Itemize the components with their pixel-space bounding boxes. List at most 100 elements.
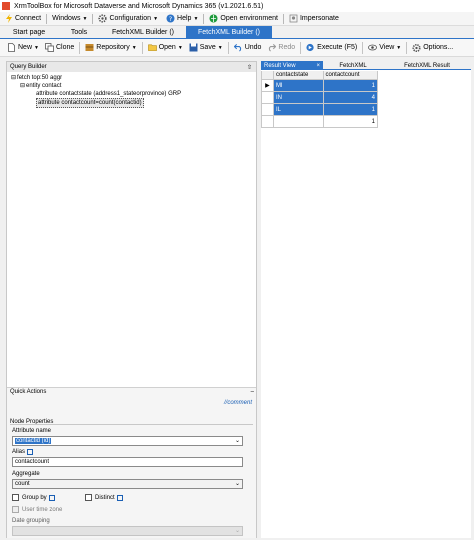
- title-bar: XrmToolBox for Microsoft Dataverse and M…: [0, 0, 474, 12]
- chevron-down-icon: ▼: [396, 44, 402, 51]
- menu-bar: Connect Windows ▼ Configuration ▼ ? Help…: [0, 12, 474, 26]
- cell-contactstate[interactable]: IL: [273, 104, 324, 116]
- chevron-down-icon: ▼: [131, 44, 137, 51]
- undo-button[interactable]: Undo: [231, 40, 265, 56]
- pin-icon[interactable]: ⇧: [247, 64, 252, 71]
- options-button[interactable]: Options...: [409, 40, 456, 56]
- gear-icon: [98, 14, 108, 23]
- chevron-down-icon: ⌄: [234, 438, 240, 444]
- results-tabs: Result View × FetchXML FetchXML Result: [261, 61, 471, 70]
- table-row[interactable]: ▶ MI 1: [262, 80, 379, 92]
- tree-node-attribute-selected[interactable]: attribute contactcount=count(contactid): [11, 98, 255, 108]
- svg-text:?: ?: [169, 15, 172, 23]
- toolbar-separator: [79, 41, 81, 54]
- attribute-name-value: contactid (id): [15, 438, 52, 444]
- menu-separator: [46, 13, 48, 24]
- results-panel: Result View × FetchXML FetchXML Result c…: [261, 61, 471, 538]
- attribute-name-label: Attribute name: [12, 428, 52, 434]
- cell-contactcount[interactable]: 4: [323, 92, 379, 104]
- query-builder-panel: Query Builder ⇧ ⊟ fetch top:50 aggr ⊟ en…: [6, 61, 257, 538]
- gear-icon: [412, 43, 421, 52]
- toolbar-separator: [141, 41, 143, 54]
- chevron-down-icon: ⌄: [234, 481, 240, 487]
- tree-node-entity[interactable]: ⊟ entity contact: [11, 82, 255, 90]
- external-link-icon[interactable]: [48, 494, 55, 501]
- attribute-name-combo[interactable]: contactid (id) ⌄: [12, 436, 243, 446]
- table-row[interactable]: IL 1: [262, 104, 379, 116]
- distinct-checkbox[interactable]: Distinct: [85, 494, 123, 501]
- redo-button[interactable]: Redo: [264, 40, 298, 56]
- save-icon: [189, 43, 198, 52]
- comment-link[interactable]: //comment: [224, 400, 252, 406]
- tab-fetchxml-builder-2[interactable]: FetchXML Builder (): [186, 26, 272, 38]
- cell-contactcount[interactable]: 1: [323, 104, 379, 116]
- tab-fetchxml[interactable]: FetchXML: [323, 61, 383, 70]
- tree-collapse-icon[interactable]: ⊟: [20, 82, 25, 90]
- clone-button[interactable]: Clone: [42, 40, 77, 56]
- distinct-check-box[interactable]: [85, 494, 92, 501]
- user-time-zone-check-box[interactable]: [12, 506, 19, 513]
- collapse-icon[interactable]: –: [251, 389, 254, 398]
- toolbar-separator: [300, 41, 302, 54]
- menu-separator: [92, 13, 94, 24]
- toolbar-separator: [227, 41, 229, 54]
- chevron-down-icon: ▼: [34, 44, 39, 51]
- cell-contactstate[interactable]: MI: [273, 80, 324, 92]
- cell-contactcount[interactable]: 1: [323, 80, 379, 92]
- help-menu[interactable]: ? Help ▼: [162, 12, 202, 26]
- open-environment-button[interactable]: Open environment: [205, 12, 282, 26]
- chevron-down-icon: ▼: [82, 15, 88, 22]
- tab-tools[interactable]: Tools: [58, 26, 100, 38]
- aggregate-combo[interactable]: count ⌄: [12, 479, 243, 489]
- tab-fetchxml-result[interactable]: FetchXML Result: [383, 61, 471, 70]
- column-header-contactstate[interactable]: contactstate: [273, 71, 324, 80]
- tab-result-view[interactable]: Result View ×: [261, 61, 323, 70]
- date-grouping-label: Date grouping: [12, 518, 50, 524]
- chevron-down-icon: ▼: [193, 15, 199, 22]
- cell-contactstate[interactable]: [273, 116, 324, 128]
- save-button[interactable]: Save ▼: [186, 40, 226, 56]
- tab-start-page[interactable]: Start page: [0, 26, 58, 38]
- external-link-icon[interactable]: [27, 449, 34, 455]
- windows-menu[interactable]: Windows ▼: [48, 12, 91, 26]
- tree-node-attribute[interactable]: attribute contactstate (address1_stateor…: [11, 90, 255, 98]
- new-button[interactable]: New ▼: [4, 40, 42, 56]
- table-row[interactable]: IN 4: [262, 92, 379, 104]
- cell-contactcount[interactable]: 1: [323, 116, 379, 128]
- configuration-menu[interactable]: Configuration ▼: [94, 12, 162, 26]
- connect-button[interactable]: Connect: [0, 12, 45, 26]
- group-by-check-box[interactable]: [12, 494, 19, 501]
- cell-contactstate[interactable]: IN: [273, 92, 324, 104]
- window-title: XrmToolBox for Microsoft Dataverse and M…: [14, 2, 264, 10]
- tree-node-fetch[interactable]: ⊟ fetch top:50 aggr: [11, 74, 255, 82]
- date-grouping-combo[interactable]: ⌄: [12, 526, 243, 536]
- close-icon[interactable]: ×: [316, 63, 320, 69]
- result-grid[interactable]: contactstate contactcount ▶ MI 1 IN 4 IL…: [261, 71, 379, 128]
- alias-input[interactable]: contactcount: [12, 457, 243, 467]
- menu-separator: [282, 13, 284, 24]
- lightning-icon: [4, 14, 13, 23]
- group-by-checkbox[interactable]: Group by: [12, 494, 55, 501]
- chevron-down-icon: ▼: [217, 44, 223, 51]
- view-menu[interactable]: View ▼: [365, 40, 404, 56]
- column-header-contactcount[interactable]: contactcount: [323, 71, 379, 80]
- alias-label: Alias: [12, 449, 34, 455]
- table-row[interactable]: 1: [262, 116, 379, 128]
- globe-icon: [209, 14, 218, 23]
- toolbar-separator: [362, 41, 364, 54]
- menu-separator: [203, 13, 205, 24]
- user-time-zone-checkbox[interactable]: User time zone: [12, 506, 62, 513]
- repository-button[interactable]: Repository ▼: [82, 40, 139, 56]
- external-link-icon[interactable]: [116, 494, 123, 501]
- open-button[interactable]: Open ▼: [145, 40, 186, 56]
- query-builder-header: Query Builder ⇧: [7, 62, 256, 72]
- tree-collapse-icon[interactable]: ⊟: [11, 74, 16, 82]
- tab-fetchxml-builder-1[interactable]: FetchXML Builder (): [100, 26, 186, 38]
- repository-icon: [85, 43, 94, 52]
- undo-icon: [233, 43, 243, 52]
- eye-icon: [368, 43, 378, 52]
- quick-actions-panel: Quick Actions – //comment Node Propertie…: [7, 388, 256, 538]
- impersonate-button[interactable]: Impersonate: [285, 12, 343, 26]
- execute-button[interactable]: Execute (F5): [303, 40, 360, 56]
- folder-icon: [147, 43, 157, 52]
